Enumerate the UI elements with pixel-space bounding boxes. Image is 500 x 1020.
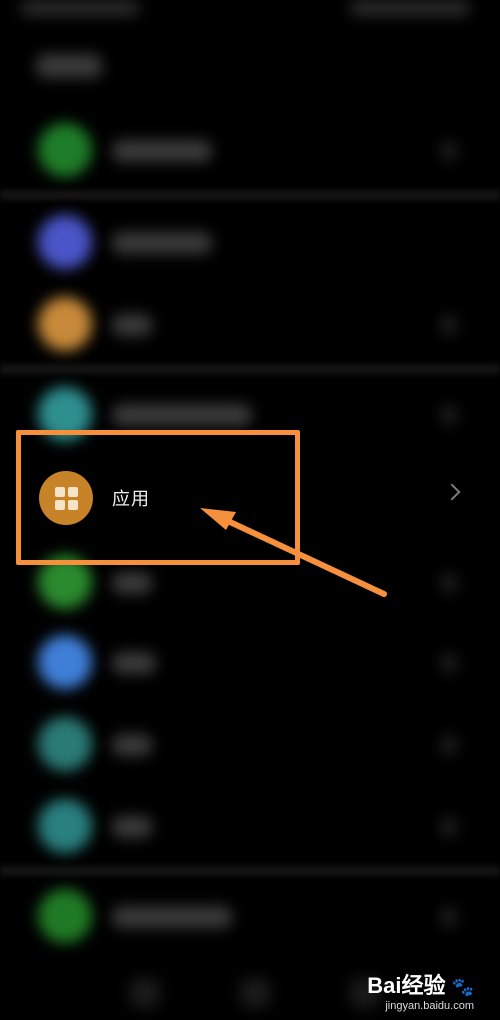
watermark-brand-text: Bai经验 — [367, 973, 446, 998]
watermark-url: jingyan.baidu.com — [385, 1000, 474, 1012]
annotation-arrow — [200, 508, 387, 597]
watermark-brand: Bai经验 🐾 — [367, 968, 474, 1000]
paw-icon: 🐾 — [451, 977, 474, 997]
baidu-watermark: Bai经验 🐾 jingyan.baidu.com — [367, 968, 474, 1012]
